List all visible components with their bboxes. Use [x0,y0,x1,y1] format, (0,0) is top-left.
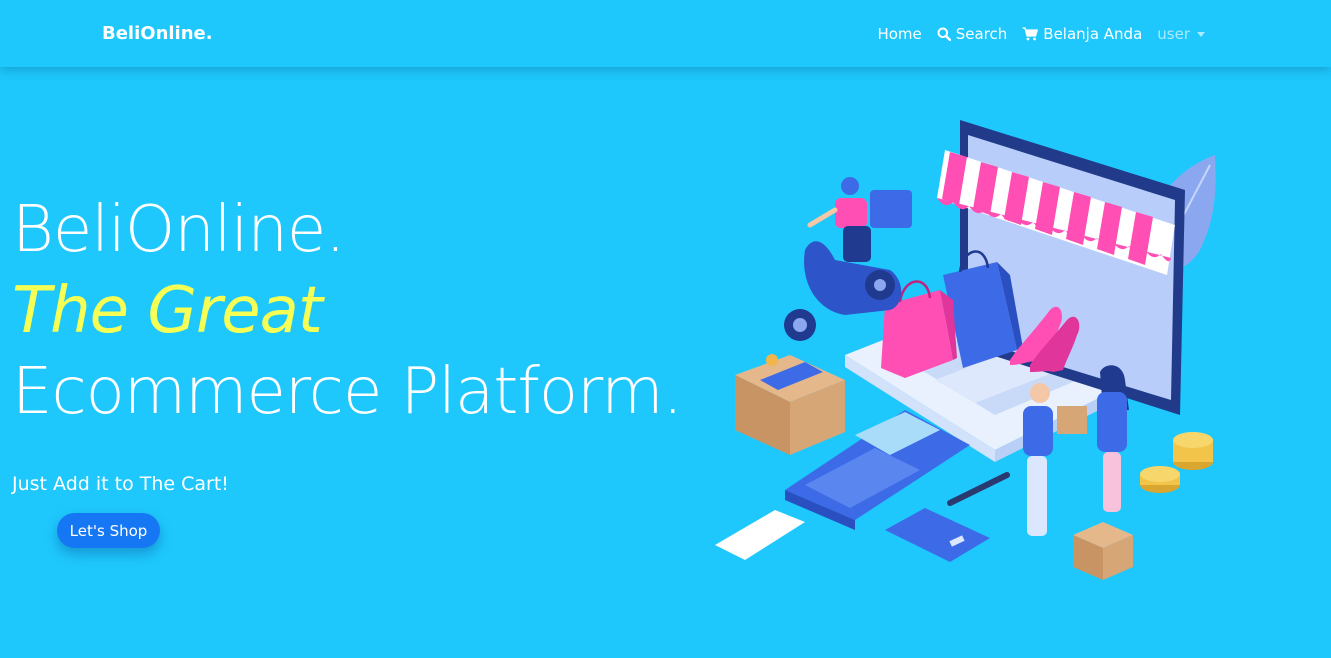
navbar: BeliOnline. Home Search Belanja Anda use… [0,0,1331,67]
cart-icon [1022,27,1039,41]
nav-links: Home Search Belanja Anda user [862,25,1205,43]
nav-home-link[interactable]: Home [877,25,921,43]
small-box-icon [1073,522,1133,580]
user-dropdown[interactable]: user [1157,25,1205,43]
package-box-icon [735,354,845,455]
hero-title: BeliOnline. The Great Ecommerce Platform… [12,190,683,433]
nav-search-link[interactable]: Search [937,25,1008,43]
coins-icon [1140,432,1213,493]
nav-search-label: Search [955,25,1008,43]
hero-line-platform: Ecommerce Platform. [12,355,683,429]
brand-logo[interactable]: BeliOnline. [102,23,213,44]
caret-down-icon [1197,32,1205,37]
lets-shop-button[interactable]: Let's Shop [57,513,160,548]
hero-tagline: Just Add it to The Cart! [12,473,229,495]
hero-line-brand: BeliOnline. [12,193,346,267]
nav-cart-label: Belanja Anda [1043,25,1143,43]
pen-icon [947,472,1010,506]
ecommerce-isometric-illustration [715,120,1216,580]
customer-person-icon [1097,365,1129,512]
hero-line-highlight: The Great [12,274,323,348]
nav-cart-link[interactable]: Belanja Anda [1022,25,1142,43]
user-dropdown-label: user [1157,25,1190,43]
nav-home-label: Home [877,25,922,43]
search-icon [937,27,951,41]
credit-card-icon [885,508,990,562]
